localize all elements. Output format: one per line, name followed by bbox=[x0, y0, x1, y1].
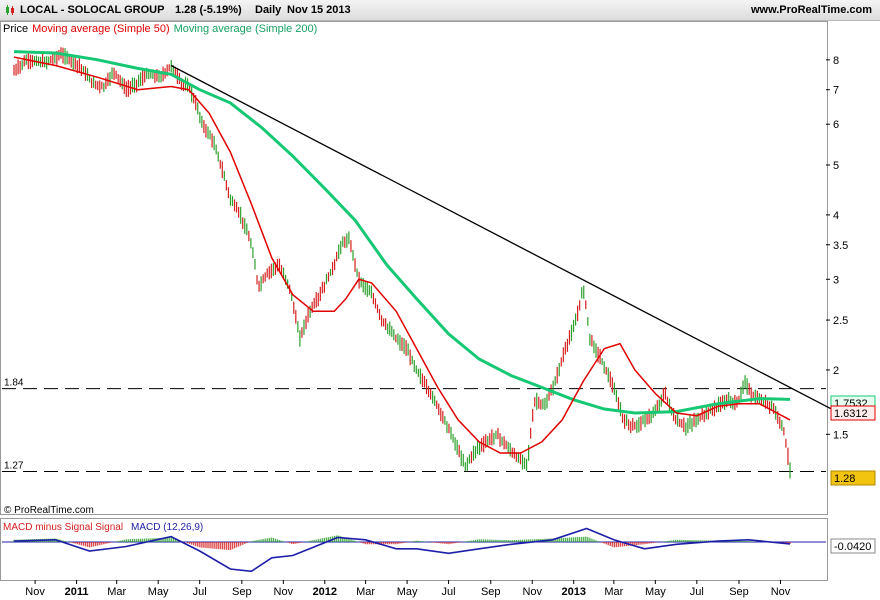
y-tick-label: 7 bbox=[833, 85, 839, 97]
x-tick-label: Sep bbox=[481, 586, 501, 598]
x-tick-label: 2013 bbox=[561, 586, 585, 598]
price-badge-label: 1.28 bbox=[834, 473, 855, 485]
x-tick-label: Nov bbox=[25, 586, 45, 598]
x-tick-label: Jul bbox=[442, 586, 456, 598]
y-tick-label: 8 bbox=[833, 55, 839, 67]
ma200-line bbox=[13, 50, 791, 415]
x-tick-label: Nov bbox=[274, 586, 294, 598]
y-tick-label: 1.5 bbox=[833, 429, 848, 441]
x-tick-label: Mar bbox=[107, 586, 126, 598]
trendline bbox=[170, 64, 833, 410]
x-tick-label: May bbox=[148, 586, 169, 598]
x-tick-label: Sep bbox=[232, 586, 252, 598]
y-tick-label: 2 bbox=[833, 365, 839, 377]
y-tick-label: 2.5 bbox=[833, 315, 848, 327]
hline-label-0: 1.84 bbox=[4, 378, 24, 389]
price-panel-frame bbox=[0, 21, 828, 515]
x-tick-label: 2012 bbox=[313, 586, 337, 598]
x-tick-label: Nov bbox=[522, 586, 542, 598]
y-tick-label: 4 bbox=[833, 210, 839, 222]
hline-label-1: 1.27 bbox=[4, 461, 24, 472]
legend-macd: MACD (12,26,9) bbox=[131, 522, 203, 533]
x-tick-label: Sep bbox=[729, 586, 749, 598]
macd-badge-label: -0.0420 bbox=[834, 541, 871, 553]
legend-macd-hist: MACD minus Signal Signal bbox=[3, 522, 123, 533]
macd-line bbox=[13, 527, 791, 573]
x-tick-label: 2011 bbox=[65, 586, 89, 598]
x-tick-label: Mar bbox=[356, 586, 375, 598]
price-badge-label: 1.6312 bbox=[834, 408, 868, 420]
x-tick-label: May bbox=[645, 586, 666, 598]
ma50-line bbox=[13, 56, 791, 454]
copyright-label: © ProRealTime.com bbox=[4, 505, 94, 516]
x-tick-label: Jul bbox=[690, 586, 704, 598]
chart-canvas: 1.841.27 876543.532.521.51.75321.63121.2… bbox=[0, 21, 876, 598]
y-tick-label: 3 bbox=[833, 274, 839, 286]
x-tick-label: Nov bbox=[771, 586, 791, 598]
x-tick-label: Jul bbox=[193, 586, 207, 598]
y-tick-label: 3.5 bbox=[833, 240, 848, 252]
y-tick-label: 5 bbox=[833, 160, 839, 172]
x-tick-label: May bbox=[397, 586, 418, 598]
x-tick-label: Mar bbox=[604, 586, 623, 598]
y-tick-label: 6 bbox=[833, 119, 839, 131]
